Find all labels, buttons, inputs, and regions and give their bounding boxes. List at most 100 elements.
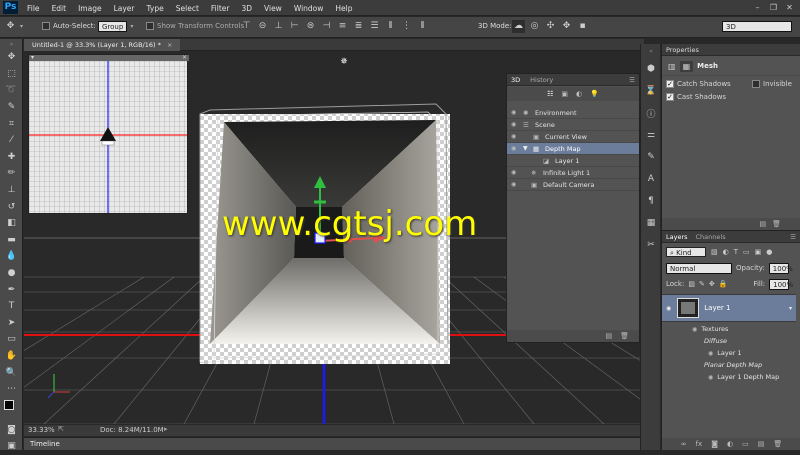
menu-filter[interactable]: Filter [211,4,230,13]
lights-filter-icon[interactable]: 💡 [590,90,599,98]
toolbar-collapse-icon[interactable]: » [0,39,23,49]
orbit-icon[interactable]: ☁ [512,20,525,33]
lock-all-icon[interactable]: 🔒 [719,280,728,288]
visibility-eye-icon[interactable]: ◉ [511,133,516,140]
3d-row-layer1[interactable]: ◪ Layer 1 [507,155,639,167]
auto-select-dropdown[interactable]: Group ▾ [98,21,133,32]
restore-icon[interactable]: ❐ [767,2,780,13]
expand-triangle-icon[interactable]: ▼ [523,145,528,152]
align-left-icon[interactable]: ⊢ [288,20,301,33]
auto-select-value[interactable]: Group [98,21,128,32]
secondary-view[interactable]: ▾ × [28,54,189,214]
pen-tool-icon[interactable]: ✒ [0,281,23,298]
slide-icon[interactable]: ✥ [560,20,573,33]
filter-type-icon[interactable]: T [734,248,738,256]
visibility-eye-icon[interactable]: ◉ [511,169,516,176]
info-panel-icon[interactable]: ⓘ [641,102,661,124]
minimize-icon[interactable]: – [751,2,764,13]
distribute-bottom-icon[interactable]: ☰ [368,20,381,33]
materials-filter-icon[interactable]: ◐ [576,90,582,98]
opacity-input[interactable]: 100% [768,262,793,274]
crop-tool-icon[interactable]: ⌗ [0,115,23,132]
timeline-label[interactable]: Timeline [30,440,60,448]
filter-pixel-icon[interactable]: ▨ [711,248,718,256]
visibility-eye-icon[interactable]: ◉ [692,326,697,333]
invisible-option[interactable]: Invisible [752,80,792,88]
depth-layer-row[interactable]: ◉ Layer 1 Depth Map [662,371,796,383]
edit-toolbar-icon[interactable]: ⋯ [0,381,23,398]
layer-style-icon[interactable]: fx [696,440,703,448]
planar-depth-row[interactable]: Planar Depth Map [662,359,796,371]
panel-menu-icon[interactable]: ☰ [629,74,635,85]
lock-transparent-icon[interactable]: ▨ [688,280,695,288]
clone-stamp-icon[interactable]: ⊥ [0,182,23,199]
panel-menu-icon[interactable]: ☰ [790,231,796,242]
move-tool-preset[interactable]: ✥ ▾ [4,20,23,33]
brush-panel-icon[interactable]: ✎ [641,146,661,168]
close-view-icon[interactable]: × [182,54,187,61]
document-tab[interactable]: Untitled-1 @ 33.3% (Layer 1, RGB/16) * × [24,39,181,51]
close-icon[interactable]: ✕ [783,2,796,13]
layer-name[interactable]: Layer 1 [704,304,730,312]
marquee-tool-icon[interactable]: ⬚ [0,66,23,83]
menu-file[interactable]: File [27,4,40,13]
dodge-tool-icon[interactable]: ● [0,265,23,282]
filter-adjustment-icon[interactable]: ◐ [723,248,729,256]
tab-channels[interactable]: Channels [696,231,726,242]
distribute-center-icon[interactable]: ⋮ [400,20,413,33]
invisible-checkbox[interactable] [752,80,760,88]
screen-mode-icon[interactable]: ▣ [0,438,23,455]
tab-history[interactable]: History [530,74,553,85]
status-menu-icon[interactable]: ▸ [164,425,168,433]
filter-shape-icon[interactable]: ▭ [743,248,750,256]
tab-layers[interactable]: Layers [666,231,688,242]
menu-image[interactable]: Image [78,4,102,13]
new-item-icon[interactable]: ▤ [759,220,766,228]
lock-pixels-icon[interactable]: ✎ [699,280,705,288]
zoom-tool-icon[interactable]: 🔍 [0,364,23,381]
new-group-icon[interactable]: ▭ [742,440,749,448]
menu-help[interactable]: Help [335,4,352,13]
pan-3d-icon[interactable]: ✣ [544,20,557,33]
filter-smart-icon[interactable]: ▣ [755,248,762,256]
path-select-icon[interactable]: ➤ [0,315,23,332]
scale-3d-icon[interactable]: ▪ [576,20,589,33]
visibility-eye-icon[interactable]: ◉ [708,350,713,357]
adjustment-layer-icon[interactable]: ◐ [727,440,733,448]
foreground-color-swatch[interactable] [4,400,14,411]
workspace-switcher[interactable]: 3D [722,21,792,32]
character-panel-icon[interactable]: A [641,168,661,190]
menu-window[interactable]: Window [294,4,324,13]
whole-scene-icon[interactable]: ☷ [547,90,553,98]
mesh-tab-icon[interactable]: ▥ [668,62,676,71]
catch-shadows-checkbox[interactable]: ✓ [666,80,674,88]
eraser-tool-icon[interactable]: ◧ [0,215,23,232]
show-transform-checkbox[interactable] [146,22,154,30]
catch-shadows-option[interactable]: ✓ Catch Shadows [666,80,731,88]
align-bottom-icon[interactable]: ⊥ [272,20,285,33]
distribute-left-icon[interactable]: ⫴ [384,20,397,33]
fill-input[interactable]: 100% [769,278,793,290]
menu-select[interactable]: Select [176,4,199,13]
menu-view[interactable]: View [264,4,282,13]
blend-mode-dropdown[interactable]: Normal [666,262,732,274]
brush-tool-icon[interactable]: ✏ [0,165,23,182]
workspace-value[interactable]: 3D [722,21,792,32]
distribute-top-icon[interactable]: ≡ [336,20,349,33]
visibility-eye-icon[interactable]: ◉ [708,374,713,381]
expand-triangle-icon[interactable]: ▾ [789,305,792,312]
menu-layer[interactable]: Layer [114,4,135,13]
align-center-icon[interactable]: ⊜ [304,20,317,33]
roll-icon[interactable]: ◎ [528,20,541,33]
align-top-icon[interactable]: ⊤ [240,20,253,33]
textures-row[interactable]: ◉ Textures [662,323,796,335]
hand-tool-icon[interactable]: ✋ [0,348,23,365]
new-layer-icon[interactable]: ▤ [758,440,765,448]
link-layers-icon[interactable]: ∞ [681,440,687,448]
auto-select-checkbox[interactable] [42,22,50,30]
export-icon[interactable]: ⇱ [58,425,64,433]
gradient-tool-icon[interactable]: ▬ [0,232,23,249]
history-brush-icon[interactable]: ↺ [0,198,23,215]
lasso-tool-icon[interactable]: ➰ [0,82,23,99]
3d-row-infinite-light[interactable]: ◉ ✵ Infinite Light 1 [507,167,639,179]
